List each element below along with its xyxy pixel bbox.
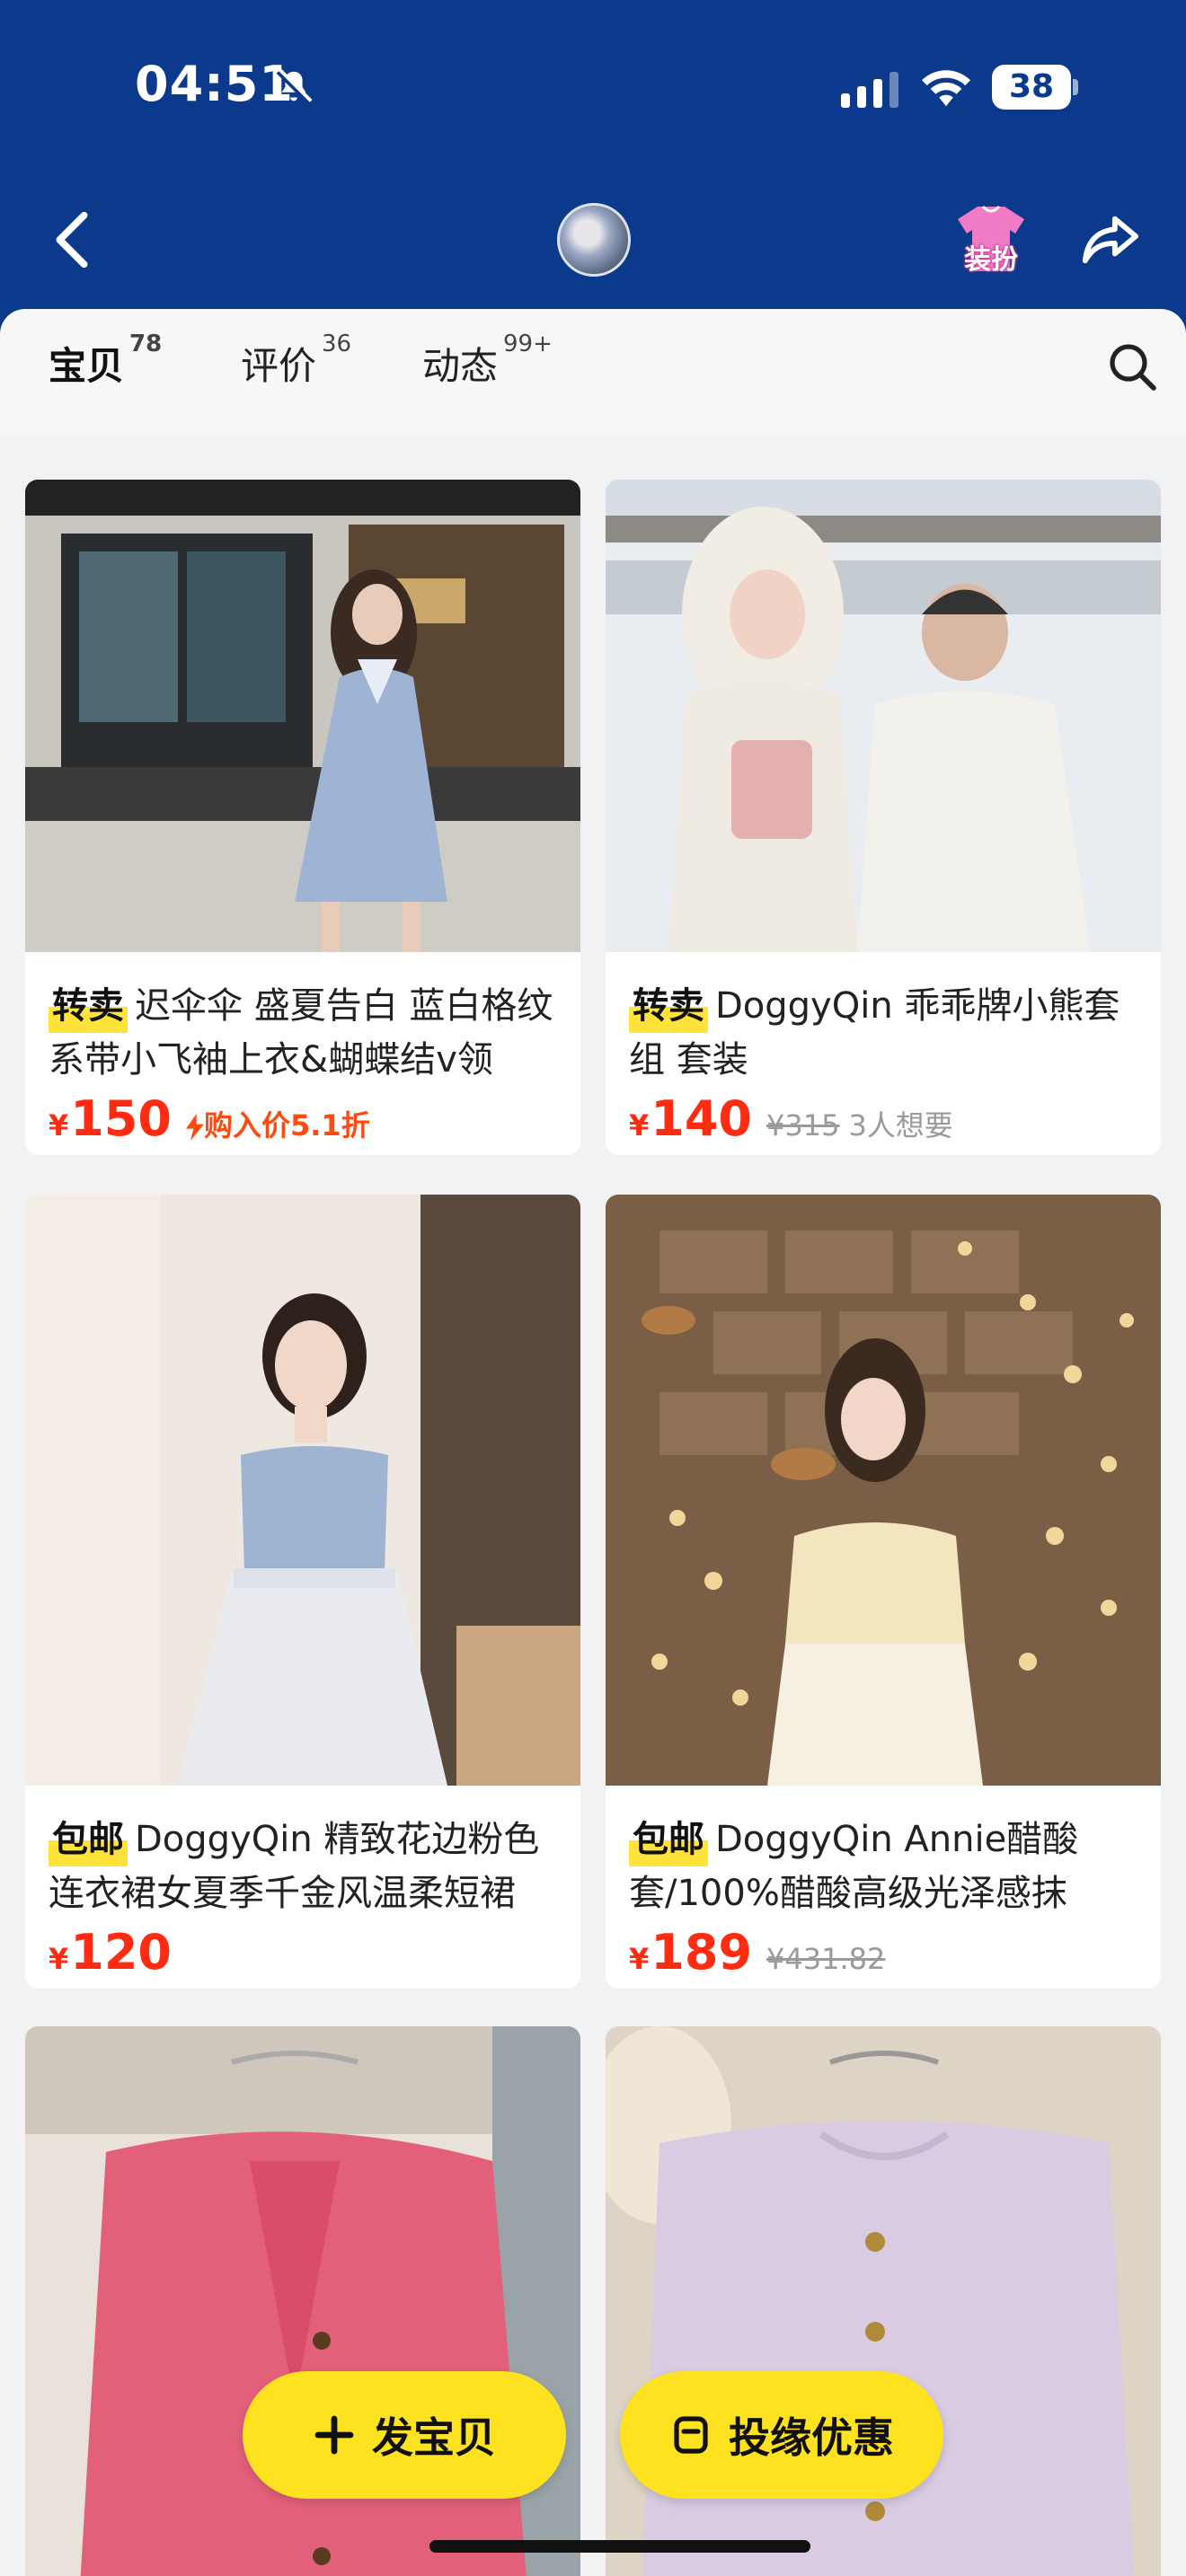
promo-label: 投缘优惠 — [729, 2413, 894, 2462]
product-image — [606, 1195, 1161, 1786]
product-card[interactable]: 包邮 DoggyQin 精致花边粉色连衣裙女夏季千金风温柔短裙 ¥120 — [25, 1195, 580, 1989]
product-image — [606, 480, 1161, 952]
search-icon[interactable] — [1107, 341, 1157, 392]
lightning-icon — [186, 1114, 204, 1141]
tab-moments[interactable]: 动态 99+ — [422, 331, 553, 391]
tab-moments-label: 动态 — [422, 344, 499, 388]
price-row: ¥120 — [49, 1924, 559, 1989]
resale-tag: 转卖 — [49, 979, 128, 1033]
dress-up-label: 装扮 — [964, 244, 1018, 276]
publish-item-button[interactable]: 发宝贝 — [243, 2371, 566, 2499]
promo-button[interactable]: 投缘优惠 — [620, 2371, 943, 2499]
battery-level: 38 — [1008, 68, 1055, 105]
product-title: 转卖 DoggyQin 乖乖牌小熊套组 套装 — [629, 979, 1139, 1087]
signal-icon — [841, 72, 898, 108]
original-price: ¥315 — [766, 1108, 840, 1142]
header: 04:51 38 装扮 — [0, 0, 1186, 341]
price: ¥189 — [629, 1924, 752, 1981]
wifi-icon — [921, 70, 971, 107]
price: ¥140 — [629, 1090, 752, 1147]
product-title: 包邮 DoggyQin 精致花边粉色连衣裙女夏季千金风温柔短裙 — [49, 1813, 559, 1920]
tab-reviews-label: 评价 — [241, 344, 317, 388]
discount-label: 购入价5.1折 — [186, 1103, 370, 1144]
shop-avatar[interactable] — [557, 203, 631, 277]
coupon-bag-icon — [674, 2416, 708, 2454]
tab-bar: 宝贝 78 评价 36 动态 99+ — [0, 309, 1186, 435]
plus-icon — [314, 2415, 354, 2455]
resale-tag: 转卖 — [629, 979, 708, 1033]
publish-item-label: 发宝贝 — [372, 2413, 496, 2462]
want-count: 3人想要 — [848, 1108, 953, 1142]
tab-reviews-count: 36 — [322, 331, 352, 357]
product-card[interactable]: 包邮 DoggyQin Annie醋酸套/100%醋酸高级光泽感抹 ¥189 ¥4… — [606, 1195, 1161, 1989]
back-arrow-icon[interactable] — [45, 208, 99, 271]
price-row: ¥189 ¥431.82 — [629, 1924, 1139, 1989]
price: ¥120 — [49, 1924, 172, 1981]
dress-up-button[interactable]: 装扮 — [952, 199, 1030, 277]
free-shipping-tag: 包邮 — [629, 1813, 708, 1866]
price-row: ¥150 购入价5.1折 — [49, 1090, 559, 1155]
product-image — [25, 480, 580, 952]
home-indicator[interactable] — [429, 2540, 810, 2553]
bell-muted-icon — [276, 68, 313, 105]
tab-items-count: 78 — [129, 331, 163, 357]
status-time: 04:51 — [135, 56, 294, 112]
price: ¥150 — [49, 1090, 172, 1147]
share-icon[interactable] — [1080, 208, 1139, 268]
product-card[interactable]: 转卖 DoggyQin 乖乖牌小熊套组 套装 ¥140 ¥315 3人想要 — [606, 480, 1161, 1155]
tab-reviews[interactable]: 评价 36 — [241, 331, 351, 391]
scrolled-price-peek — [49, 390, 174, 426]
shop-page: 04:51 38 装扮 宝贝 78 评价 36 动态 99+ 转卖 迟伞伞 盛夏… — [0, 0, 1186, 2576]
price-row: ¥140 ¥315 3人想要 — [629, 1090, 1139, 1155]
free-shipping-tag: 包邮 — [49, 1813, 128, 1866]
battery-icon: 38 — [992, 65, 1078, 110]
product-card[interactable]: 转卖 迟伞伞 盛夏告白 蓝白格纹系带小飞袖上衣&蝴蝶结v领 ¥150 购入价5.1… — [25, 480, 580, 1155]
tab-items-label: 宝贝 — [49, 344, 125, 388]
product-title: 转卖 迟伞伞 盛夏告白 蓝白格纹系带小飞袖上衣&蝴蝶结v领 — [49, 979, 559, 1087]
tab-moments-count: 99+ — [503, 331, 553, 357]
product-title: 包邮 DoggyQin Annie醋酸套/100%醋酸高级光泽感抹 — [629, 1813, 1139, 1920]
product-image — [25, 1195, 580, 1786]
tab-items[interactable]: 宝贝 78 — [46, 331, 162, 391]
original-price: ¥431.82 — [766, 1942, 886, 1976]
